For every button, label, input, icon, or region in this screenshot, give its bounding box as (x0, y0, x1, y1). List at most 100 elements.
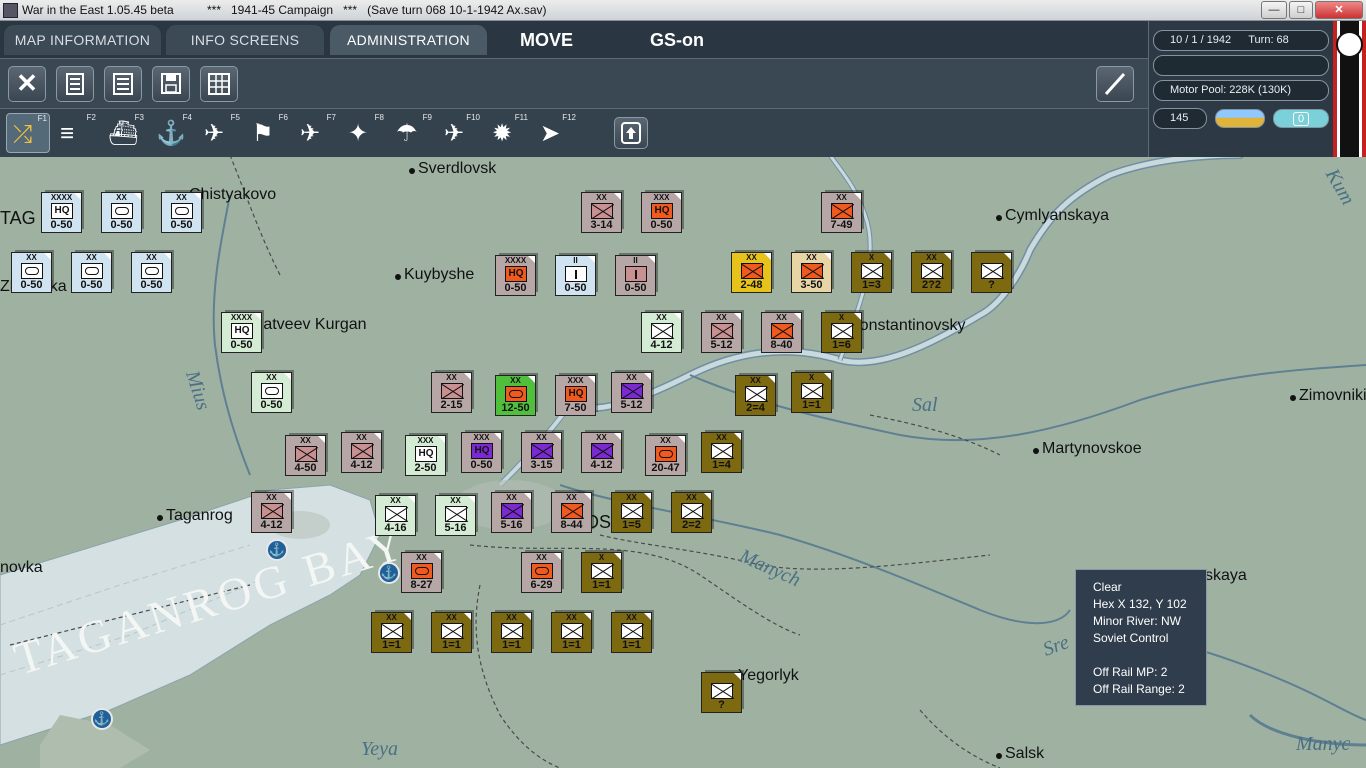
mode-button-f2[interactable]: ≡ F2 (54, 113, 98, 153)
unit-counter[interactable]: II 0-50 (615, 255, 656, 296)
mode-button-f12[interactable]: ➤ F12 (534, 113, 578, 153)
unit-counter[interactable]: XX 4-12 (251, 492, 292, 533)
tab-administration[interactable]: ADMINISTRATION (330, 25, 487, 55)
mode-button-f11[interactable]: ✹ F11 (486, 113, 530, 153)
tab-info-screens[interactable]: INFO SCREENS (166, 25, 324, 55)
unit-counter[interactable]: X 1=6 (821, 312, 862, 353)
unit-counter[interactable]: X 1=1 (791, 372, 832, 413)
unit-counter[interactable]: XX 12-50 (495, 375, 536, 416)
draw-line-button[interactable] (1096, 66, 1134, 102)
unit-counter[interactable]: XX 3-50 (791, 252, 832, 293)
air-attack-icon: ✈ (444, 120, 465, 147)
infantry-icon (591, 203, 613, 219)
unit-counter[interactable]: XX 8-40 (761, 312, 802, 353)
mode-hotkey: F8 (374, 113, 384, 122)
unit-report-button[interactable] (56, 66, 94, 102)
unit-counter[interactable]: XX 2=4 (735, 375, 776, 416)
unit-counter[interactable]: XXXX HQ 0-50 (495, 255, 536, 296)
save-button[interactable] (152, 66, 190, 102)
unit-size: XX (626, 613, 637, 622)
mode-button-f7[interactable]: ✈ F7 (294, 113, 338, 153)
unit-counter[interactable]: XX 5-12 (701, 312, 742, 353)
air-recon-icon: ✈ (204, 120, 225, 147)
unit-counter[interactable]: XX 0-50 (131, 252, 172, 293)
unit-counter[interactable]: XX 5-16 (491, 492, 532, 533)
unit-counter[interactable]: ? (971, 252, 1012, 293)
unit-counter[interactable]: XX 1=1 (611, 612, 652, 653)
mode-button-f9[interactable]: ☂ F9 (390, 113, 434, 153)
mode-button-f5[interactable]: ✈ F5 (198, 113, 242, 153)
unit-counter[interactable]: XX 0-50 (101, 192, 142, 233)
status-panel: 10 / 1 / 1942 Turn: 68 Motor Pool: 228K … (1148, 21, 1333, 157)
unit-counter[interactable]: XX 0-50 (161, 192, 202, 233)
unit-counter[interactable]: XX 2?2 (911, 252, 952, 293)
unit-size: XX (266, 373, 277, 382)
mode-button-f3[interactable]: ⛴ F3 (102, 113, 146, 153)
upload-button[interactable] (614, 117, 648, 149)
unit-counter[interactable]: XX 1=1 (491, 612, 532, 653)
unit-counter[interactable]: XX 20-47 (645, 435, 686, 476)
close-button[interactable]: ✕ (8, 66, 46, 102)
unit-counter[interactable]: XX 0-50 (251, 372, 292, 413)
headquarters-icon: HQ (505, 266, 527, 282)
unit-size: XX (176, 193, 187, 202)
unit-counter[interactable]: ? (701, 672, 742, 713)
unit-counter[interactable]: XX 4-12 (641, 312, 682, 353)
unit-counter[interactable]: XX 4-50 (285, 435, 326, 476)
mode-button-f10[interactable]: ✈ F10 (438, 113, 482, 153)
unit-counter[interactable]: XX 5-16 (435, 495, 476, 536)
mode-button-f1[interactable]: ⤮ F1 (6, 113, 50, 153)
maximize-button[interactable]: □ (1289, 1, 1313, 19)
unit-counter[interactable]: II 0-50 (555, 255, 596, 296)
mode-button-f6[interactable]: ⚑ F6 (246, 113, 290, 153)
unit-counter[interactable]: XX 2=2 (671, 492, 712, 533)
unit-counter[interactable]: XX 0-50 (11, 252, 52, 293)
unit-counter[interactable]: XX 1=1 (431, 612, 472, 653)
unit-counter[interactable]: XX 1=1 (551, 612, 592, 653)
unit-counter[interactable]: XX 5-12 (611, 372, 652, 413)
unit-counter[interactable]: XX 8-27 (401, 552, 442, 593)
unit-counter[interactable]: XX 8-44 (551, 492, 592, 533)
grid-button[interactable] (200, 66, 238, 102)
city-label: Chistyakovo (189, 186, 277, 203)
unit-counter[interactable]: XX 0-50 (71, 252, 112, 293)
list-button[interactable] (104, 66, 142, 102)
mode-indicator[interactable]: MOVE (520, 30, 573, 51)
air-toggle[interactable]: 0 (1273, 109, 1329, 128)
unit-counter[interactable]: XX 4-16 (375, 495, 416, 536)
unit-counter[interactable]: XX 2-48 (731, 252, 772, 293)
unit-counter[interactable]: XXXX HQ 0-50 (41, 192, 82, 233)
unit-counter[interactable]: XXX HQ 0-50 (641, 192, 682, 233)
unit-counter[interactable]: XX 4-12 (341, 432, 382, 473)
headquarters-icon: HQ (471, 443, 493, 459)
gs-toggle[interactable]: GS-on (650, 30, 704, 51)
unit-counter[interactable]: XXX HQ 7-50 (555, 375, 596, 416)
unit-counter[interactable]: XX 7-49 (821, 192, 862, 233)
unit-counter[interactable]: XX 1=1 (371, 612, 412, 653)
tab-map-information[interactable]: MAP INFORMATION (4, 25, 161, 55)
city-marker-icon (409, 168, 415, 174)
infantry-icon (531, 443, 553, 459)
city-label: Yegorlyk (738, 667, 799, 684)
unit-counter[interactable]: XXX HQ 0-50 (461, 432, 502, 473)
unit-counter[interactable]: XX 4-12 (581, 432, 622, 473)
infantry-icon (711, 443, 733, 459)
close-window-button[interactable]: ✕ (1315, 1, 1363, 19)
mode-button-f8[interactable]: ✦ F8 (342, 113, 386, 153)
unit-counter[interactable]: XXX HQ 2-50 (405, 435, 446, 476)
minimize-button[interactable]: — (1261, 1, 1287, 19)
unit-counter[interactable]: XXXX HQ 0-50 (221, 312, 262, 353)
unit-counter[interactable]: X 1=3 (851, 252, 892, 293)
unit-counter[interactable]: X 1=1 (581, 552, 622, 593)
unit-counter[interactable]: XX 2-15 (431, 372, 472, 413)
unit-strength: 8-27 (410, 579, 433, 591)
unit-counter[interactable]: XX 3-14 (581, 192, 622, 233)
mode-button-f4[interactable]: ⚓ F4 (150, 113, 194, 153)
unit-counter[interactable]: XX 6-29 (521, 552, 562, 593)
city-label: Cymlyanskaya (1005, 207, 1110, 224)
unit-counter[interactable]: XX 1=5 (611, 492, 652, 533)
unit-counter[interactable]: XX 3-15 (521, 432, 562, 473)
weather-button[interactable] (1215, 109, 1265, 128)
armor-icon (531, 563, 553, 579)
unit-counter[interactable]: XX 1=4 (701, 432, 742, 473)
